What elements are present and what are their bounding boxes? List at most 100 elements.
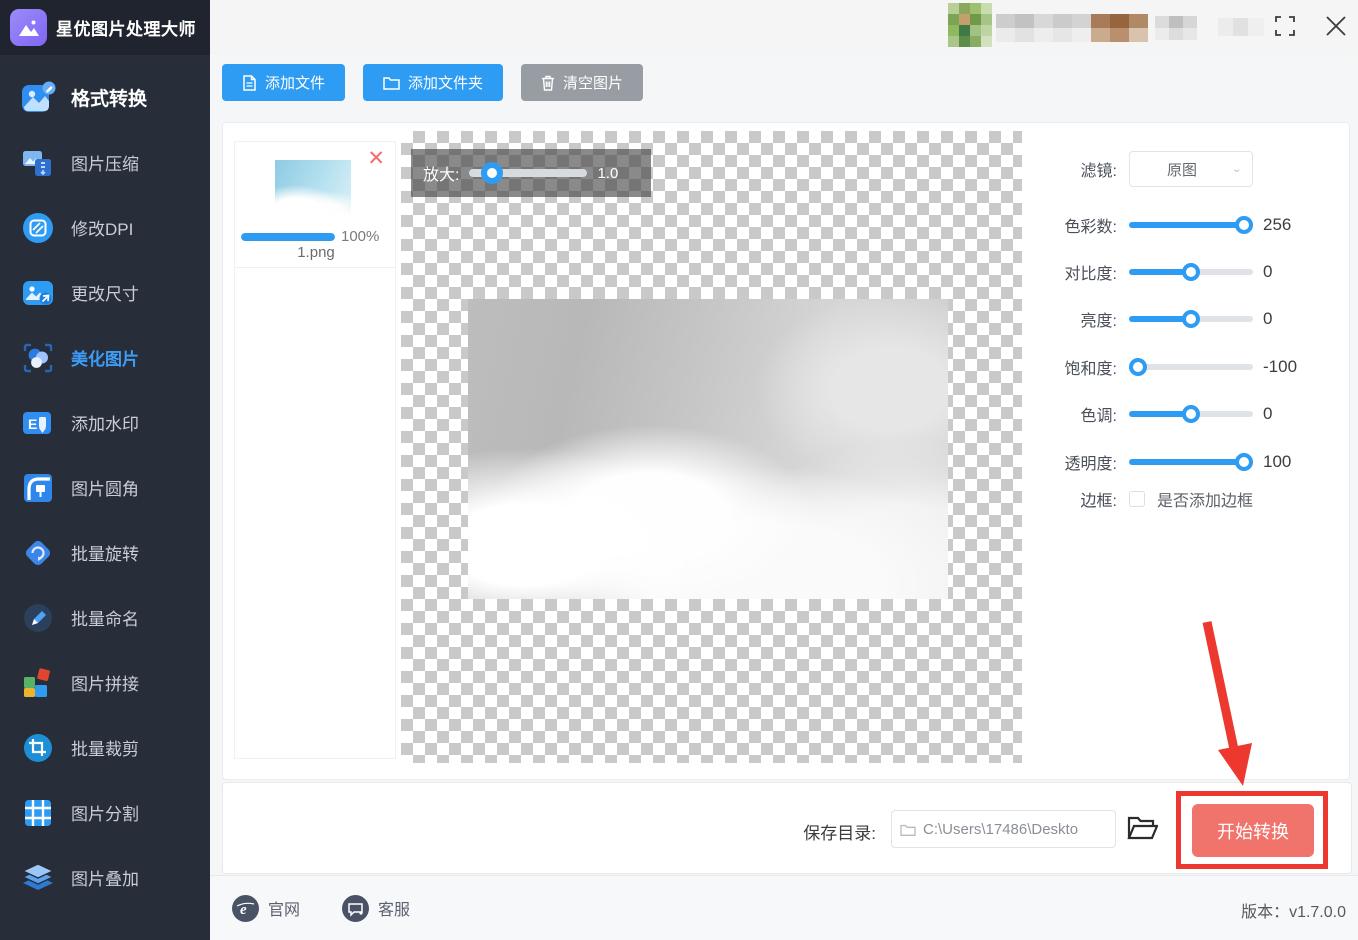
sidebar-item-dpi[interactable]: 修改DPI: [0, 195, 210, 260]
bottom-bar: 保存目录: C:\Users\17486\Deskto 开始转换: [222, 782, 1352, 874]
sidebar-item-label: 图片分割: [71, 800, 139, 825]
slider-thumb[interactable]: [1182, 405, 1200, 423]
content-card: ✕ 100% 1.png 放大: 1.0 滤镜: 原图 ⌄ 色彩数:: [222, 122, 1350, 780]
batch-crop-icon: [20, 730, 56, 766]
round-corner-icon: [20, 470, 56, 506]
file-icon: [242, 75, 257, 91]
slider-thumb[interactable]: [1129, 358, 1147, 376]
sidebar-menu: 格式转换 图片压缩 修改DPI 更改尺寸 美化图片: [0, 55, 210, 910]
watermark-icon: E: [20, 405, 56, 441]
sidebar-item-label: 批量旋转: [71, 540, 139, 565]
sidebar-item-label: 图片拼接: [71, 670, 139, 695]
add-folder-label: 添加文件夹: [408, 72, 483, 93]
svg-text:E: E: [28, 416, 37, 432]
saturation-row: 饱和度: -100: [1023, 349, 1345, 385]
browser-e-icon: e: [232, 895, 259, 922]
website-link[interactable]: e 官网: [232, 895, 300, 922]
clear-images-button[interactable]: 清空图片: [521, 64, 643, 101]
color-count-row: 色彩数: 256: [1023, 207, 1345, 243]
chat-icon: [342, 895, 369, 922]
zoom-overlay: 放大: 1.0: [411, 149, 651, 197]
sidebar-item-round-corner[interactable]: 图片圆角: [0, 455, 210, 520]
contrast-value: 0: [1263, 262, 1333, 282]
maximize-icon[interactable]: [1275, 16, 1295, 36]
slider-thumb[interactable]: [1235, 216, 1253, 234]
filter-dropdown[interactable]: 原图 ⌄: [1129, 151, 1253, 187]
sidebar-item-compress[interactable]: 图片压缩: [0, 130, 210, 195]
contrast-row: 对比度: 0: [1023, 254, 1345, 290]
collage-icon: [20, 665, 56, 701]
saturation-value: -100: [1263, 357, 1333, 377]
sidebar-item-beautify[interactable]: 美化图片: [0, 325, 210, 390]
slider-thumb[interactable]: [1235, 453, 1253, 471]
support-label: 客服: [378, 896, 410, 920]
sidebar-item-label: 批量命名: [71, 605, 139, 630]
censored-user-avatar: [948, 3, 992, 47]
file-progress-bar: [241, 233, 335, 241]
version-text: 版本：v1.7.0.0: [1241, 898, 1346, 922]
save-dir-input[interactable]: C:\Users\17486\Deskto: [891, 810, 1116, 848]
contrast-slider[interactable]: [1129, 263, 1253, 281]
save-dir-value: C:\Users\17486\Deskto: [923, 821, 1078, 838]
censored-blocks: [1155, 16, 1197, 40]
sidebar-item-watermark[interactable]: E 添加水印: [0, 390, 210, 455]
browse-folder-icon[interactable]: [1126, 812, 1158, 844]
sidebar-item-batch-rename[interactable]: 批量命名: [0, 585, 210, 650]
sidebar-item-batch-rotate[interactable]: 批量旋转: [0, 520, 210, 585]
sidebar-item-batch-crop[interactable]: 批量裁剪: [0, 715, 210, 780]
zoom-slider[interactable]: [469, 169, 587, 177]
folder-icon: [383, 75, 400, 90]
color-count-value: 256: [1263, 215, 1333, 235]
footer: e 官网 客服 版本：v1.7.0.0: [210, 875, 1358, 940]
saturation-slider[interactable]: [1129, 358, 1253, 376]
start-convert-button[interactable]: 开始转换: [1192, 804, 1314, 857]
border-checkbox-label: 是否添加边框: [1157, 487, 1253, 511]
sidebar-item-overlay[interactable]: 图片叠加: [0, 845, 210, 910]
add-file-label: 添加文件: [265, 72, 325, 93]
batch-rename-icon: [20, 600, 56, 636]
overlay-icon: [20, 860, 56, 896]
contrast-label: 对比度:: [1023, 260, 1129, 284]
slider-thumb[interactable]: [1182, 263, 1200, 281]
brightness-row: 亮度: 0: [1023, 301, 1345, 337]
sidebar-item-label: 图片压缩: [71, 150, 139, 175]
close-icon[interactable]: [1323, 13, 1349, 39]
format-convert-icon: [20, 80, 56, 116]
sidebar-item-format-convert[interactable]: 格式转换: [0, 65, 210, 130]
website-label: 官网: [268, 896, 300, 920]
hue-label: 色调:: [1023, 402, 1129, 426]
sidebar-item-label: 格式转换: [71, 84, 147, 111]
color-count-slider[interactable]: [1129, 216, 1253, 234]
sidebar-item-label: 修改DPI: [71, 215, 133, 240]
border-checkbox[interactable]: [1129, 491, 1145, 507]
censored-user-name: [996, 14, 1148, 42]
opacity-value: 100: [1263, 452, 1333, 472]
preview-canvas[interactable]: 放大: 1.0: [401, 131, 1022, 763]
file-progress-text: 100%: [341, 228, 379, 245]
support-link[interactable]: 客服: [342, 895, 410, 922]
file-list-item[interactable]: ✕ 100% 1.png: [235, 142, 395, 268]
brightness-label: 亮度:: [1023, 307, 1129, 331]
opacity-slider[interactable]: [1129, 453, 1253, 471]
sidebar-item-split[interactable]: 图片分割: [0, 780, 210, 845]
remove-file-icon[interactable]: ✕: [367, 148, 385, 169]
saturation-label: 饱和度:: [1023, 355, 1129, 379]
save-dir-label: 保存目录:: [696, 819, 876, 844]
brightness-slider[interactable]: [1129, 310, 1253, 328]
hue-row: 色调: 0: [1023, 396, 1345, 432]
titlebar: [210, 0, 1358, 55]
folder-small-icon: [900, 823, 916, 836]
hue-slider[interactable]: [1129, 405, 1253, 423]
sidebar-item-label: 批量裁剪: [71, 735, 139, 760]
hue-value: 0: [1263, 404, 1333, 424]
sidebar-item-collage[interactable]: 图片拼接: [0, 650, 210, 715]
add-file-button[interactable]: 添加文件: [222, 64, 345, 101]
compress-icon: [20, 145, 56, 181]
zoom-slider-thumb[interactable]: [481, 162, 503, 184]
slider-thumb[interactable]: [1182, 310, 1200, 328]
add-folder-button[interactable]: 添加文件夹: [363, 64, 503, 101]
split-icon: [20, 795, 56, 831]
zoom-label: 放大:: [423, 161, 459, 185]
sidebar-item-label: 更改尺寸: [71, 280, 139, 305]
sidebar-item-resize[interactable]: 更改尺寸: [0, 260, 210, 325]
